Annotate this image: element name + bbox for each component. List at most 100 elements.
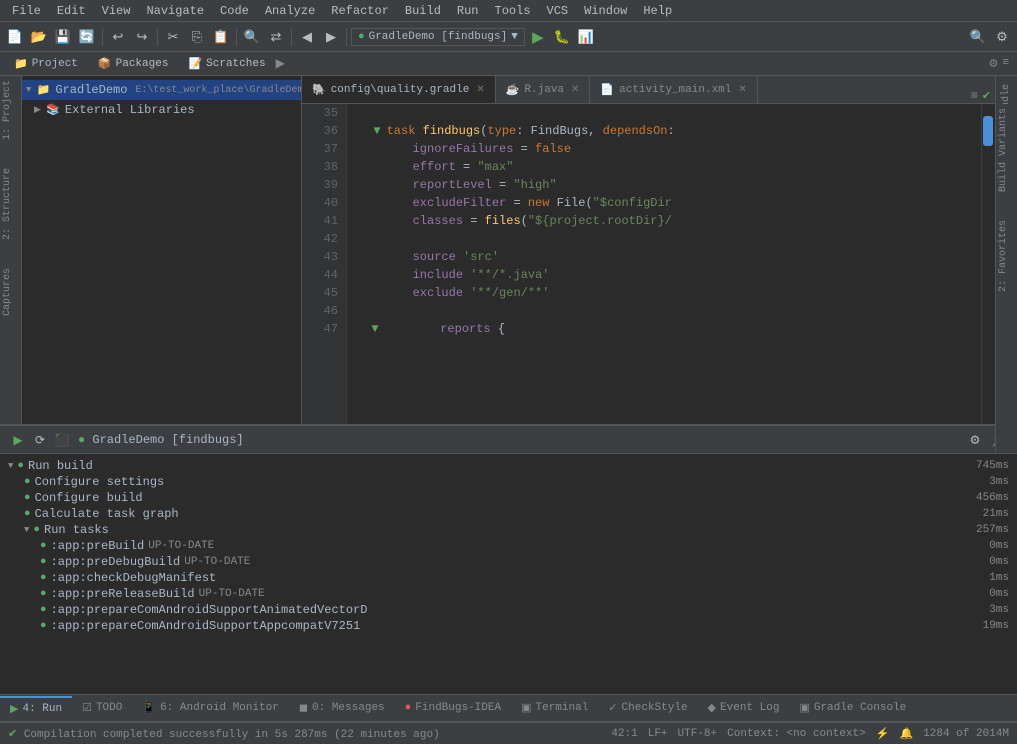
run-tab-label: 4: Run	[22, 703, 62, 715]
run-item-app-prebuild: ● :app:preBuild UP-TO-DATE 0ms	[8, 538, 1009, 554]
tab-project[interactable]: 📁 Project	[4, 53, 88, 75]
toolbar-back-btn[interactable]: ◀	[296, 26, 318, 48]
tab-r-java[interactable]: ☕ R.java ✕	[496, 76, 591, 103]
toolbar-debug-btn[interactable]: 🐛	[551, 26, 573, 48]
scrollbar-thumb[interactable]	[983, 116, 993, 146]
menu-edit[interactable]: Edit	[49, 2, 94, 20]
tab-scratches[interactable]: 📝 Scratches	[178, 53, 275, 75]
tab-close-r-java[interactable]: ✕	[571, 84, 579, 96]
status-line-sep[interactable]: LF+	[648, 728, 668, 740]
menu-window[interactable]: Window	[576, 2, 635, 20]
run-item-app-checkdebug: ● :app:checkDebugManifest 1ms	[8, 570, 1009, 586]
tab-more-btn[interactable]: ▶	[276, 56, 285, 71]
run-time-app-predebug: 0ms	[959, 556, 1009, 568]
code-editor[interactable]: 35 36 37 38 39 40 41 42 43 44 45 46 47 ▼…	[302, 104, 995, 424]
toolbar-save-btn[interactable]: 💾	[52, 26, 74, 48]
tab-close-activity-main-xml[interactable]: ✕	[738, 84, 746, 96]
toolbar-copy-btn[interactable]: ⎘	[186, 26, 208, 48]
sidebar-label-project[interactable]: 1: Project	[0, 76, 21, 144]
run-settings-btn[interactable]: ⚙	[965, 430, 985, 450]
status-app-checkdebug-icon: ●	[40, 572, 47, 584]
expand-run-tasks-icon: ▼	[24, 525, 29, 535]
menu-analyze[interactable]: Analyze	[257, 2, 323, 20]
run-time-app-prerelease: 0ms	[959, 588, 1009, 600]
toolbar-search-everywhere-btn[interactable]: 🔍	[967, 26, 989, 48]
tab-quality-gradle[interactable]: 🐘 config\quality.gradle ✕	[302, 76, 496, 103]
todo-tab-label: TODO	[96, 702, 122, 714]
editor-more-tabs-icon[interactable]: ≡	[971, 89, 978, 103]
menu-run[interactable]: Run	[449, 2, 487, 20]
status-app-prerelease-icon: ●	[40, 588, 47, 600]
tree-label-external-libs: External Libraries	[65, 103, 195, 117]
status-app-prepare-compat-icon: ●	[40, 620, 47, 632]
status-memory[interactable]: 1284 of 2014M	[923, 728, 1009, 740]
code-line-46	[355, 302, 973, 320]
bottom-tab-terminal[interactable]: ▣ Terminal	[511, 697, 598, 719]
menu-vcs[interactable]: VCS	[539, 2, 577, 20]
sidebar-label-favorites[interactable]: 2: Favorites	[996, 216, 1017, 296]
menu-build[interactable]: Build	[397, 2, 449, 20]
code-line-47: ▼ reports {	[355, 320, 973, 338]
bottom-section: ▶ ⟳ ⬛ ● GradleDemo [findbugs] ⚙ 📌 ▼ ● Ru…	[0, 424, 1017, 694]
tree-item-external-libs[interactable]: ▶ 📚 External Libraries	[22, 100, 301, 120]
menu-help[interactable]: Help	[635, 2, 680, 20]
packages-icon: 📦	[98, 57, 112, 71]
bottom-tab-android-monitor[interactable]: 📱 6: Android Monitor	[132, 697, 289, 719]
toolbar-redo-btn[interactable]: ↪	[131, 26, 153, 48]
tab-packages[interactable]: 📦 Packages	[88, 53, 179, 75]
status-configure-settings-icon: ●	[24, 476, 31, 488]
run-stop-btn[interactable]: ⬛	[52, 430, 72, 450]
project-settings-icon[interactable]: ⚙	[989, 57, 999, 71]
sidebar-label-build-variants[interactable]: Build Variants	[996, 104, 1017, 196]
code-line-45: exclude '**/gen/**'	[355, 284, 973, 302]
sidebar-label-captures[interactable]: Captures	[0, 264, 21, 320]
toolbar-find-btn[interactable]: 🔍	[241, 26, 263, 48]
status-position[interactable]: 42:1	[611, 728, 637, 740]
status-encoding[interactable]: UTF-8+	[678, 728, 718, 740]
bottom-tab-checkstyle[interactable]: ✓ CheckStyle	[598, 697, 697, 719]
toolbar-run-btn[interactable]: ▶	[527, 26, 549, 48]
bottom-tab-findbugs[interactable]: ● FindBugs-IDEA	[395, 698, 511, 718]
run-rerun-btn[interactable]: ⟳	[30, 430, 50, 450]
bottom-tab-messages[interactable]: ◼ 0: Messages	[289, 697, 395, 719]
tab-close-quality-gradle[interactable]: ✕	[476, 84, 484, 96]
separator-1	[102, 28, 103, 46]
bottom-tab-todo[interactable]: ☑ TODO	[72, 697, 132, 719]
sidebar-label-structure[interactable]: 2: Structure	[0, 164, 21, 244]
status-app-prepare-animated-icon: ●	[40, 604, 47, 616]
toolbar-open-btn[interactable]: 📂	[28, 26, 50, 48]
android-monitor-tab-icon: 📱	[142, 701, 156, 715]
xml-tab-icon: 📄	[600, 83, 614, 97]
toolbar-sync-btn[interactable]: 🔄	[76, 26, 98, 48]
menu-file[interactable]: File	[4, 2, 49, 20]
messages-tab-label: 0: Messages	[312, 702, 385, 714]
menu-refactor[interactable]: Refactor	[323, 2, 397, 20]
toolbar-replace-btn[interactable]: ⇄	[265, 26, 287, 48]
run-config-selector[interactable]: ● GradleDemo [findbugs] ▼	[351, 28, 525, 46]
menu-code[interactable]: Code	[212, 2, 257, 20]
editor-scroll-gutter[interactable]	[981, 104, 995, 424]
separator-3	[236, 28, 237, 46]
toolbar-coverage-btn[interactable]: 📊	[575, 26, 597, 48]
tree-item-gradledemo[interactable]: ▼ 📁 GradleDemo E:\test_work_place\Gradle…	[22, 80, 301, 100]
code-line-37: ignoreFailures = false	[355, 140, 973, 158]
tab-activity-main-xml[interactable]: 📄 activity_main.xml ✕	[590, 76, 757, 103]
separator-5	[346, 28, 347, 46]
toolbar-settings-btn[interactable]: ⚙	[991, 26, 1013, 48]
code-content[interactable]: ▼task findbugs(type: FindBugs, dependsOn…	[347, 104, 981, 424]
toolbar-new-btn[interactable]: 📄	[4, 26, 26, 48]
run-play-btn[interactable]: ▶	[8, 430, 28, 450]
project-gear-icon[interactable]: ≡	[1002, 57, 1009, 71]
bottom-tab-run[interactable]: ▶ 4: Run	[0, 696, 72, 720]
bottom-tab-gradle-console[interactable]: ▣ Gradle Console	[789, 697, 916, 719]
tab-label-r-java: R.java	[524, 84, 564, 96]
toolbar-paste-btn[interactable]: 📋	[210, 26, 232, 48]
toolbar-cut-btn[interactable]: ✂	[162, 26, 184, 48]
project-icon: 📁	[14, 57, 28, 71]
toolbar-undo-btn[interactable]: ↩	[107, 26, 129, 48]
toolbar-forward-btn[interactable]: ▶	[320, 26, 342, 48]
menu-navigate[interactable]: Navigate	[138, 2, 212, 20]
bottom-tab-event-log[interactable]: ◆ Event Log	[698, 697, 790, 719]
menu-tools[interactable]: Tools	[487, 2, 539, 20]
menu-view[interactable]: View	[94, 2, 139, 20]
